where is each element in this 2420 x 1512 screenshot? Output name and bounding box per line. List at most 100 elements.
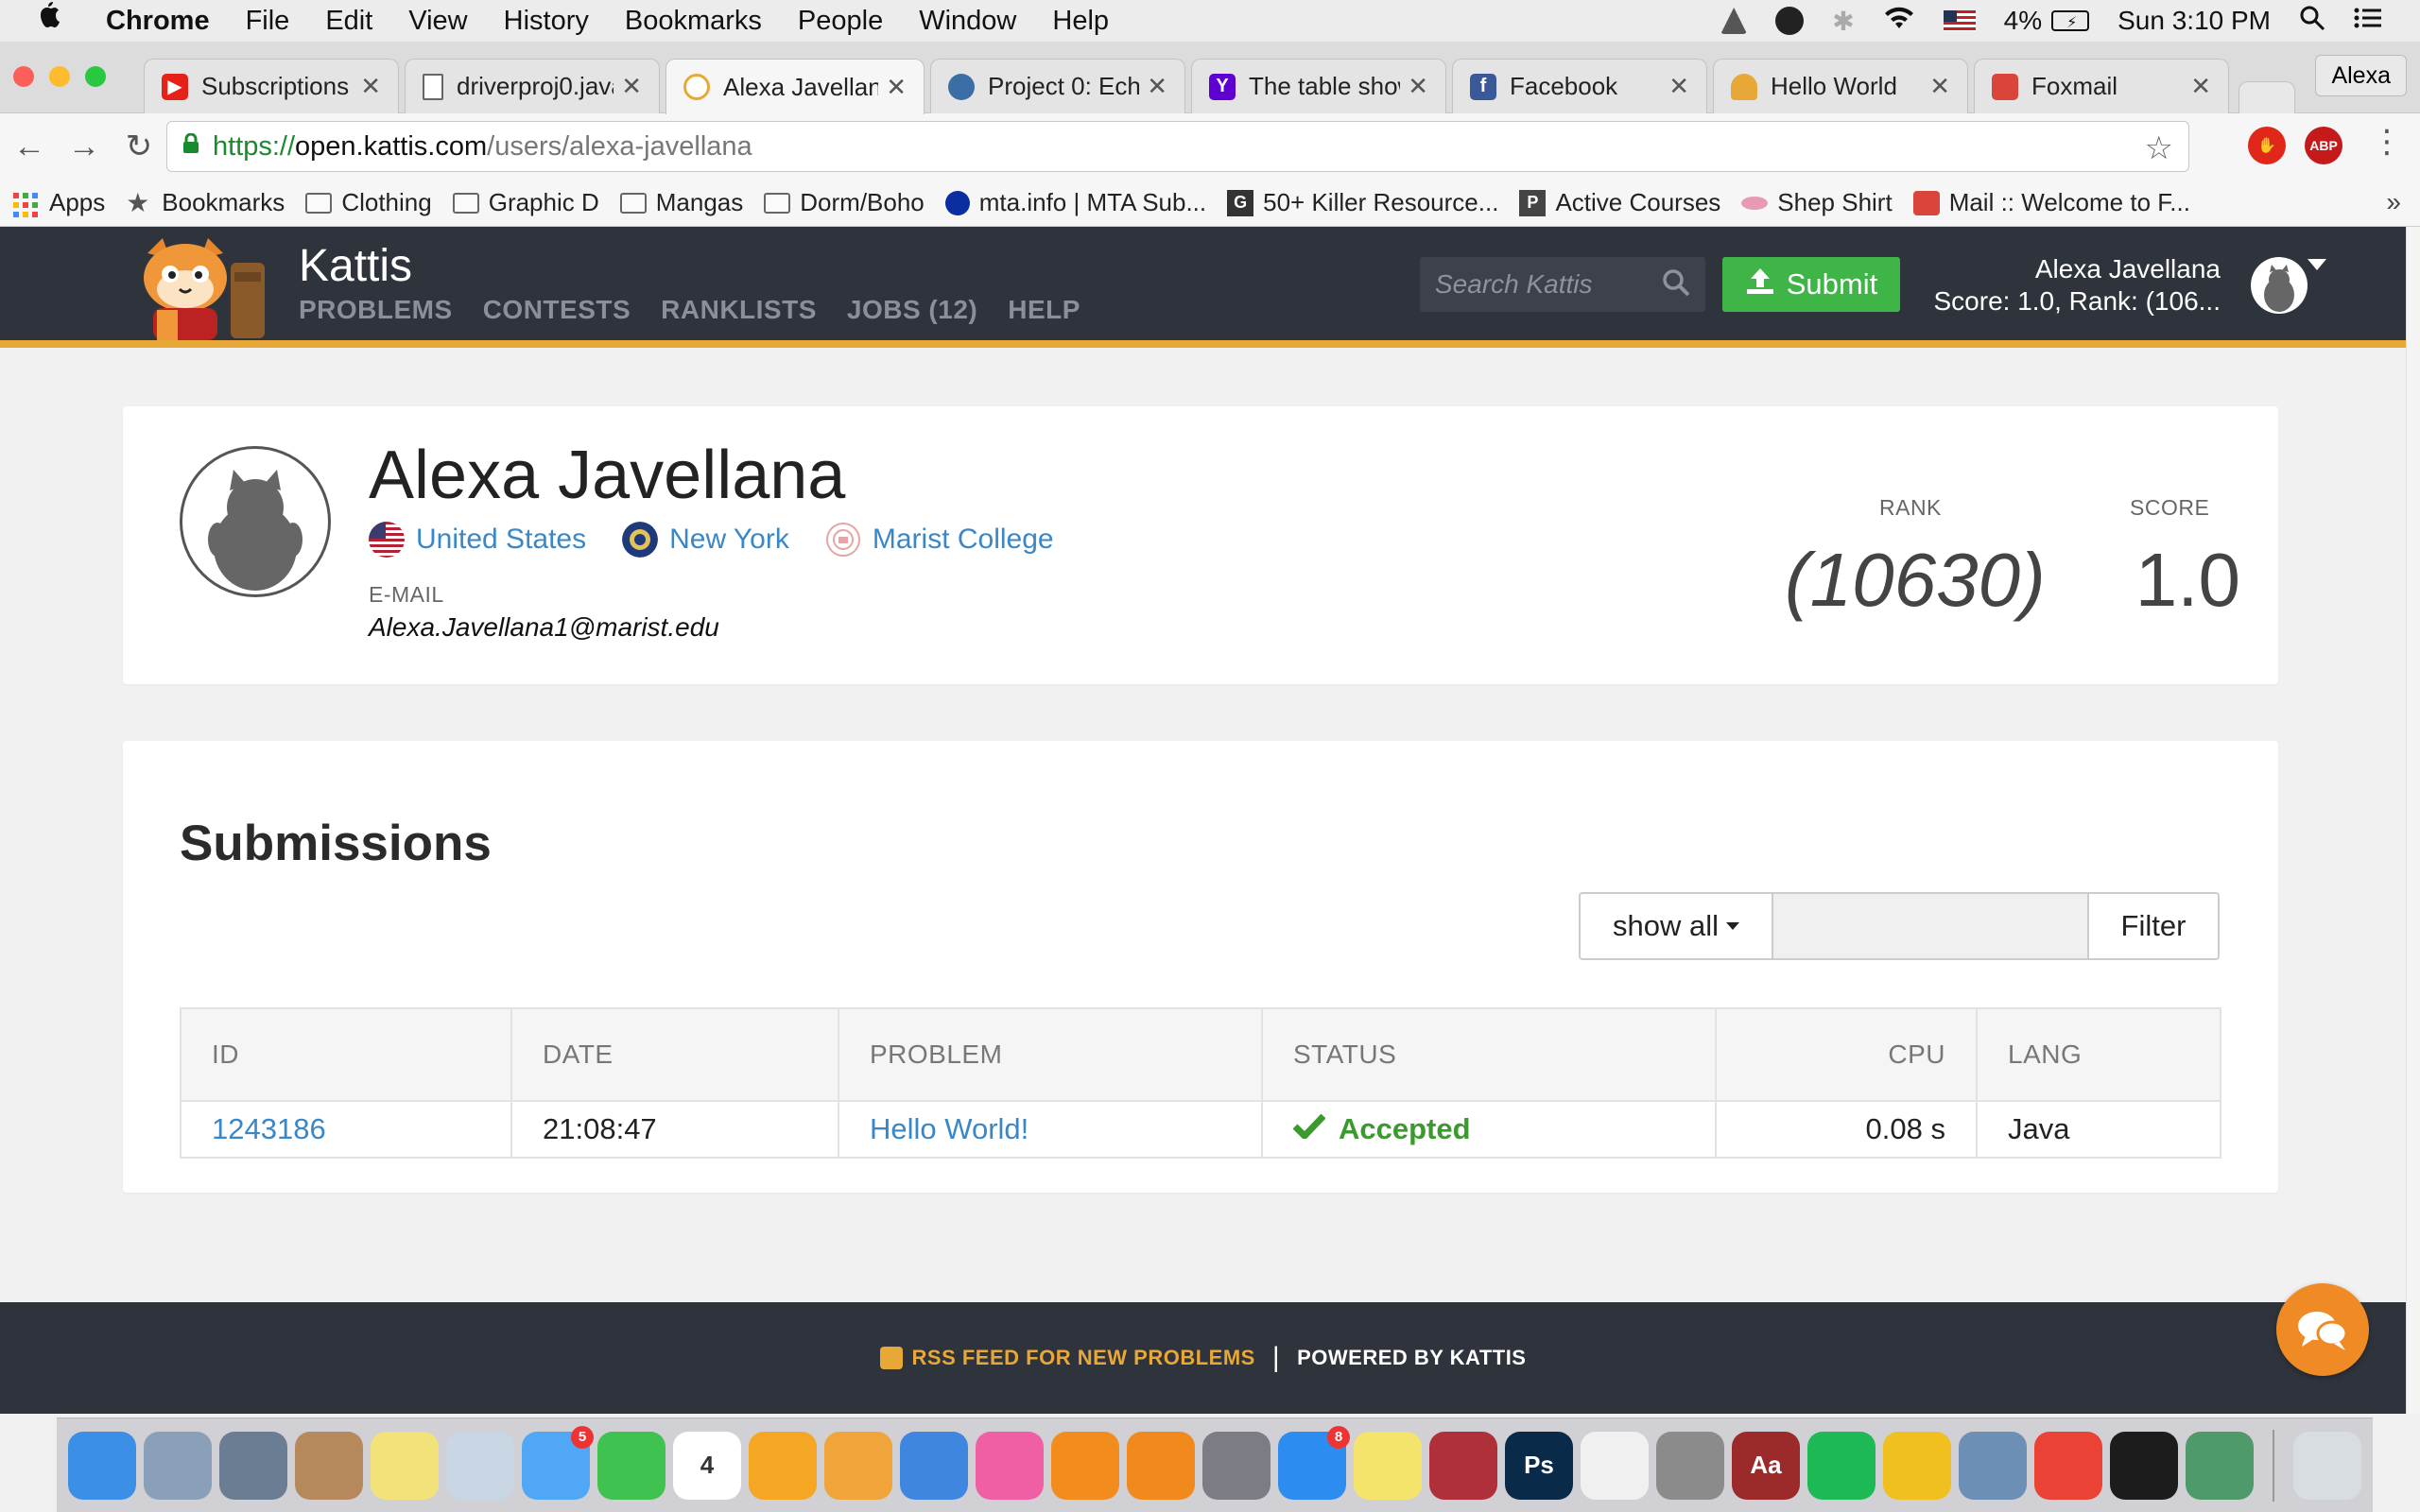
preview-icon[interactable] [446,1431,514,1500]
user-menu-caret-icon[interactable] [2308,259,2326,270]
bookmark-foxmail[interactable]: Mail :: Welcome to F... [1912,188,2190,217]
mail-bird-icon[interactable] [144,1431,212,1500]
menu-view[interactable]: View [408,6,467,37]
app-store-icon[interactable]: 8 [1278,1425,1350,1500]
bookmark-folder-graphic-d[interactable]: Graphic D [452,188,599,217]
back-arrow-icon[interactable]: ← [4,129,55,165]
tab-hello-world[interactable]: Hello World ✕ [1713,59,1968,113]
menu-help[interactable]: Help [1052,6,1109,37]
photo-booth-icon[interactable] [1429,1431,1497,1500]
avatar[interactable] [2251,257,2308,314]
facetime-icon[interactable] [597,1431,666,1500]
bookmark-folder-dorm-boho[interactable]: Dorm/Boho [764,188,925,217]
launchpad-icon[interactable] [219,1431,287,1500]
adblock-plus-icon[interactable]: ABP [2305,127,2342,164]
bookmark-folder-clothing[interactable]: Clothing [305,188,432,217]
bookmark-mta[interactable]: mta.info | MTA Sub... [944,188,1206,217]
show-all-dropdown[interactable]: show all [1581,894,1773,958]
apple-menu-icon[interactable] [36,2,78,40]
column-header-status[interactable]: STATUS [1261,1007,1717,1102]
column-header-lang[interactable]: LANG [1976,1007,2221,1102]
reload-icon[interactable]: ↻ [113,128,164,165]
address-bar[interactable]: https://open.kattis.com/users/alexa-jave… [166,121,2189,172]
nav-contests[interactable]: CONTESTS [483,295,631,325]
creative-cloud-icon[interactable] [1775,7,1805,35]
spotlight-icon[interactable] [2299,5,2325,38]
column-header-problem[interactable]: PROBLEM [838,1007,1263,1102]
tab-alexa-javellana[interactable]: Alexa Javellana ✕ [666,59,925,114]
trash-icon[interactable] [2293,1431,2361,1500]
close-tab-icon[interactable]: ✕ [1668,72,1689,101]
close-tab-icon[interactable]: ✕ [2190,72,2211,101]
nav-jobs[interactable]: JOBS (12) [847,295,977,325]
notes-icon[interactable] [371,1431,439,1500]
page-scrollbar[interactable] [2406,227,2420,1414]
tab-yahoo[interactable]: Y The table show ✕ [1191,59,1446,113]
pages-icon[interactable] [824,1431,892,1500]
chrome-icon[interactable] [2034,1431,2102,1500]
tab-subscriptions[interactable]: ▶ Subscriptions - ✕ [144,59,399,113]
extension-stop-icon[interactable]: ✋ [2248,127,2286,164]
input-source-flag-icon[interactable] [1943,10,1976,31]
calculator-icon[interactable] [1656,1431,1724,1500]
google-drive-icon[interactable] [1720,8,1748,34]
bluetooth-icon[interactable]: ✱ [1832,6,1854,37]
new-tab-button[interactable] [2238,81,2295,113]
contacts-icon[interactable] [295,1431,363,1500]
menu-file[interactable]: File [246,6,290,37]
battery-percent[interactable]: 4% [2004,6,2042,36]
bookmark-star-icon[interactable]: ☆ [2145,129,2173,167]
nav-problems[interactable]: PROBLEMS [299,295,453,325]
battery-icon[interactable]: ⚡ [2051,10,2090,31]
tab-foxmail[interactable]: Foxmail ✕ [1974,59,2229,113]
chat-bubble-button[interactable] [2276,1283,2369,1376]
bookmark-bookmarks[interactable]: ★ Bookmarks [126,188,285,217]
messages-icon[interactable]: 5 [522,1425,594,1500]
ibooks-icon[interactable] [1127,1431,1195,1500]
menu-window[interactable]: Window [919,6,1016,37]
profile-button[interactable]: Alexa [2315,55,2407,96]
itunes-icon[interactable] [976,1431,1044,1500]
school-link[interactable]: Marist College [825,522,1054,558]
column-header-id[interactable]: ID [180,1007,512,1102]
column-header-cpu[interactable]: CPU [1715,1007,1978,1102]
zoom-window-button[interactable] [85,66,106,87]
filter-input[interactable] [1773,894,2089,958]
stickies-icon[interactable] [1354,1431,1422,1500]
minimize-window-button[interactable] [49,66,70,87]
notification-center-icon[interactable] [2354,6,2382,36]
submission-id-link[interactable]: 1243186 [212,1112,326,1145]
menu-app-name[interactable]: Chrome [106,6,210,37]
tab-driverproj0[interactable]: driverproj0.java ✕ [405,59,660,113]
column-header-date[interactable]: DATE [510,1007,839,1102]
tab-facebook[interactable]: f Facebook ✕ [1452,59,1707,113]
user-summary[interactable]: Alexa Javellana Score: 1.0, Rank: (106..… [1934,253,2221,318]
menu-people[interactable]: People [798,6,883,37]
photos-icon[interactable] [749,1431,817,1500]
atom-icon[interactable] [2186,1431,2254,1500]
close-tab-icon[interactable]: ✕ [886,73,907,102]
spotify-icon[interactable] [1807,1431,1876,1500]
tab-project0-echo[interactable]: Project 0: Echo ✕ [930,59,1185,113]
chrome-menu-icon[interactable]: ⋮ [2371,123,2403,161]
kattis-brand[interactable]: Kattis [299,240,412,292]
rss-feed-link[interactable]: RSS FEED FOR NEW PROBLEMS [879,1346,1255,1370]
keynote-icon[interactable] [900,1431,968,1500]
cyberduck-icon[interactable] [1883,1431,1951,1500]
close-tab-icon[interactable]: ✕ [360,72,381,101]
bookmark-folder-mangas[interactable]: Mangas [619,188,743,217]
filter-button[interactable]: Filter [2089,894,2218,958]
nav-help[interactable]: HELP [1008,295,1080,325]
image-capture-icon[interactable] [1959,1431,2027,1500]
bookmark-killer-resources[interactable]: G 50+ Killer Resource... [1227,188,1498,217]
bookmarks-overflow-icon[interactable]: » [2386,187,2401,217]
forward-arrow-icon[interactable]: → [59,129,110,165]
mosaic-icon[interactable] [1581,1431,1649,1500]
finder-icon[interactable] [68,1431,136,1500]
search-icon[interactable] [1660,266,1692,299]
calendar-icon[interactable]: 4 [673,1431,741,1500]
close-window-button[interactable] [13,66,34,87]
close-tab-icon[interactable]: ✕ [621,72,642,101]
kattis-cat-logo-icon[interactable] [129,234,280,340]
submit-button[interactable]: Submit [1722,257,1900,312]
